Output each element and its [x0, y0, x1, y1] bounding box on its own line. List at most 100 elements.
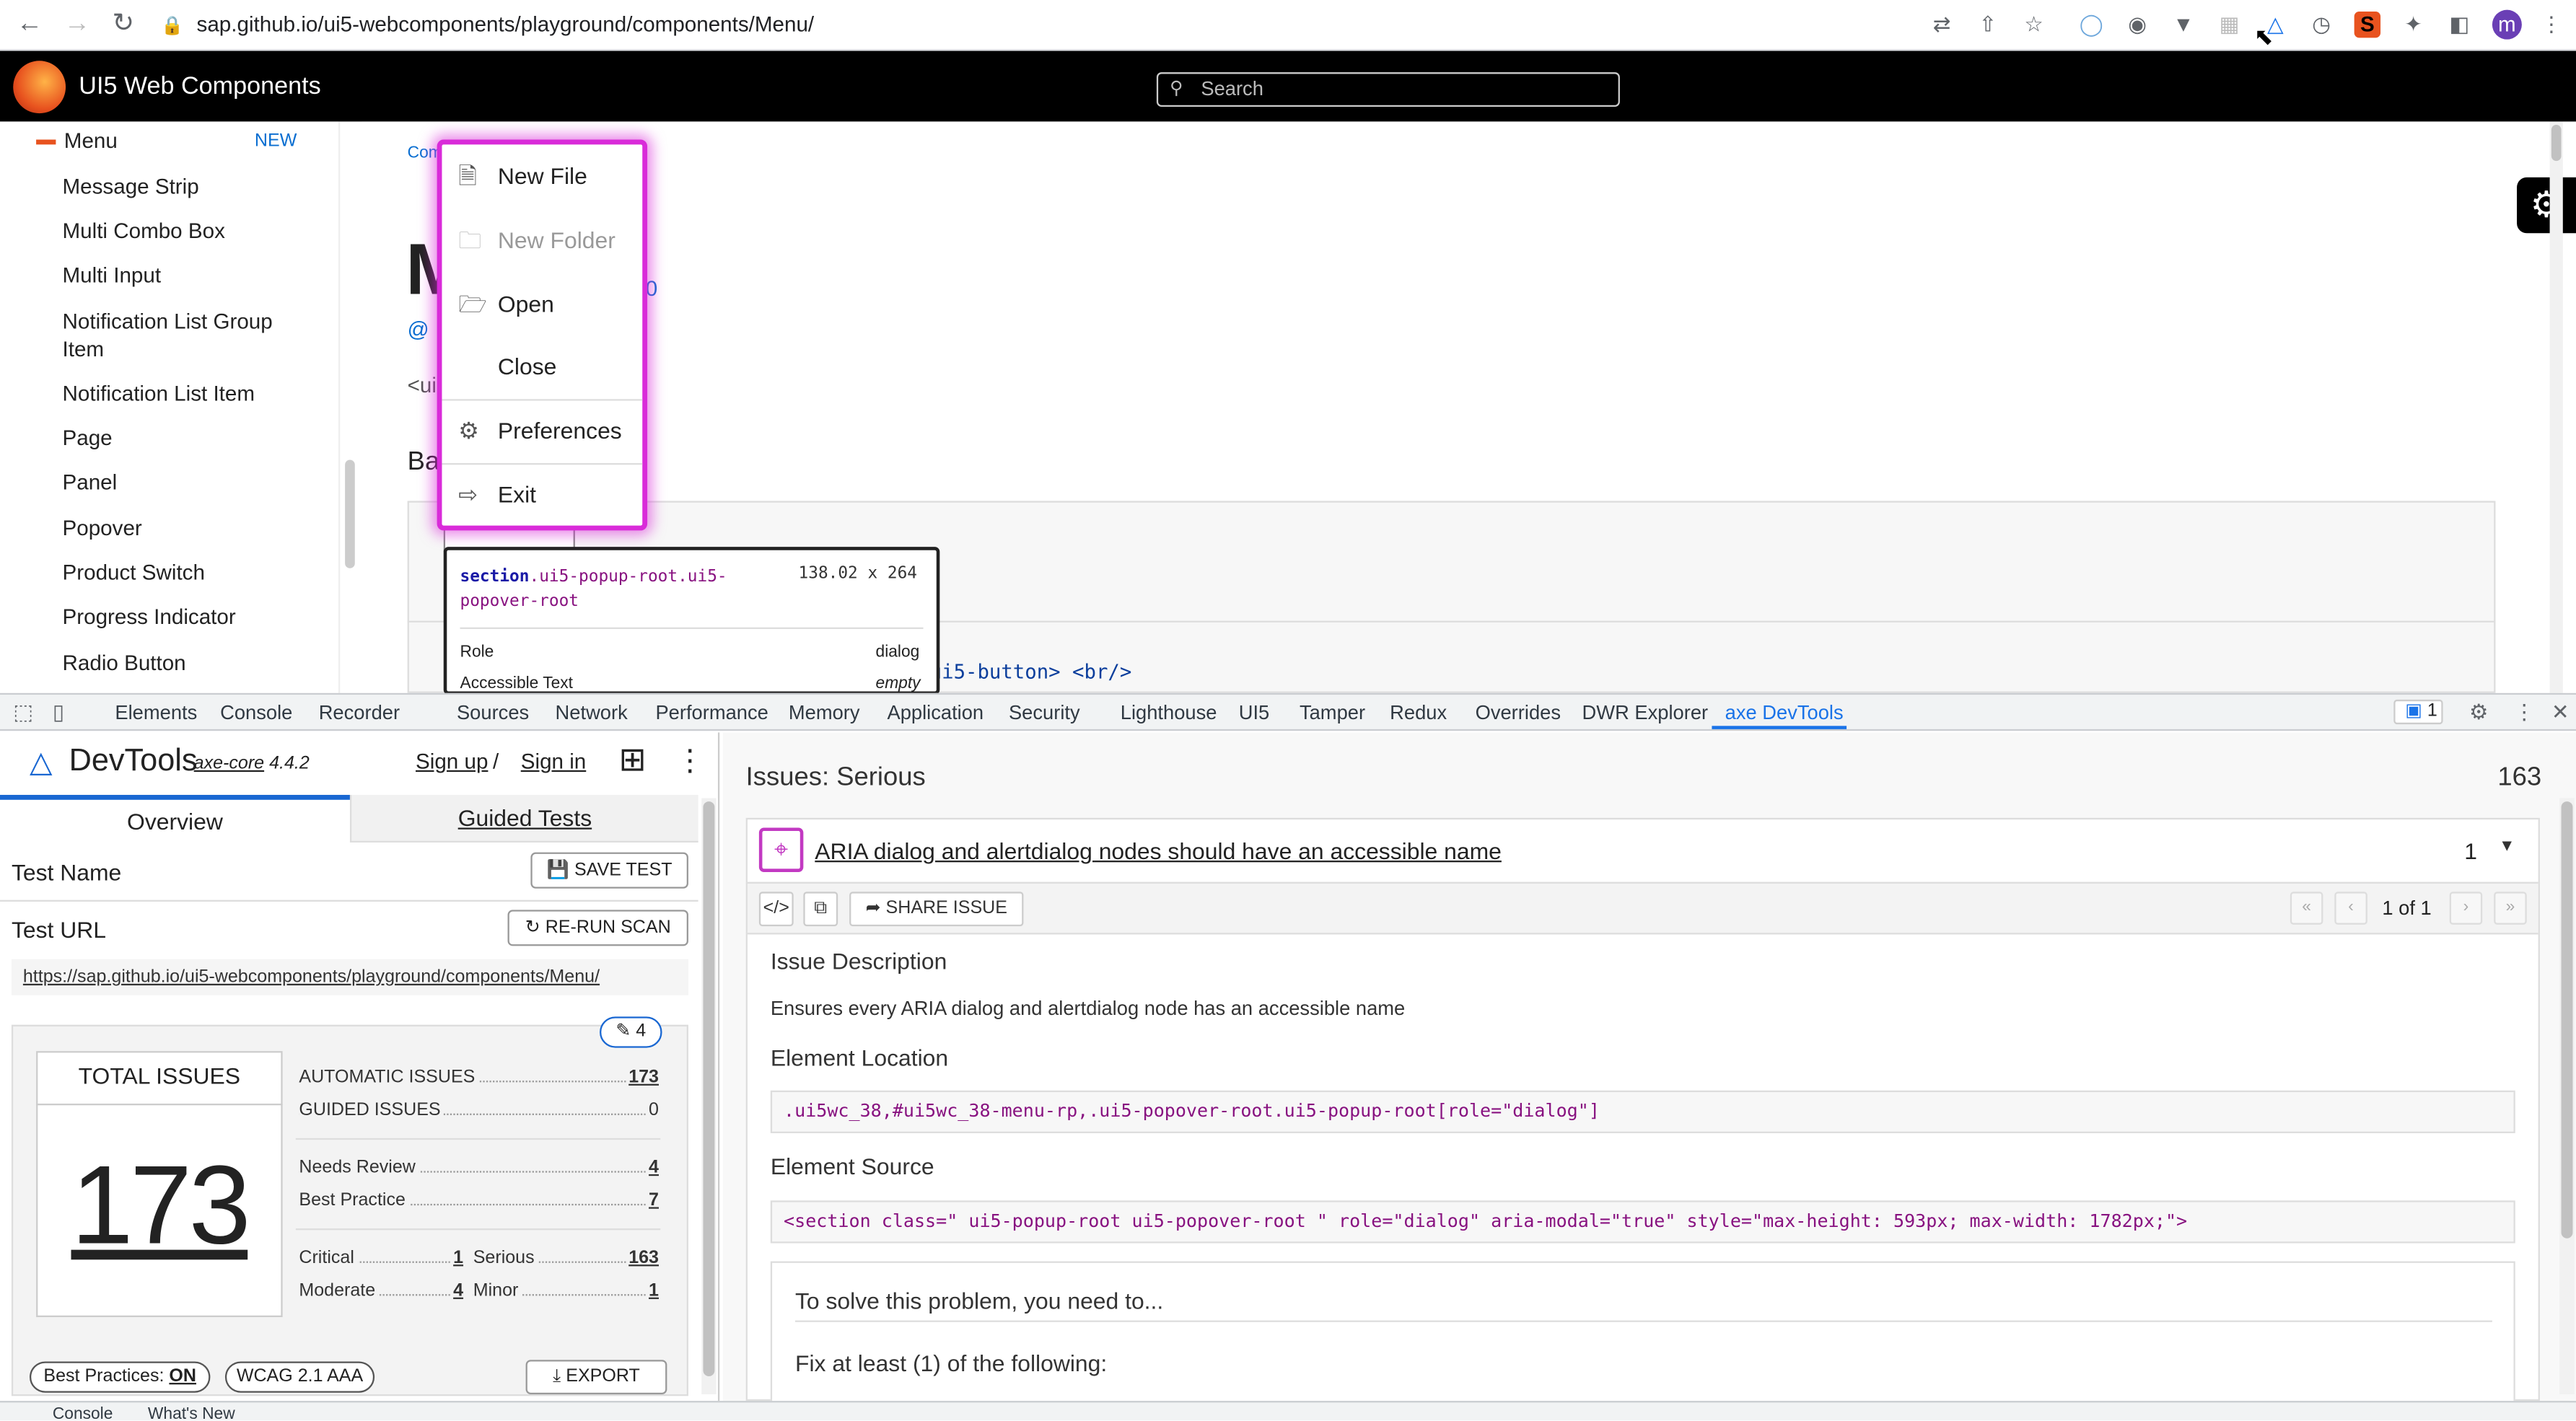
- sidebar-item[interactable]: Popover: [63, 514, 310, 542]
- menu-item-preferences[interactable]: ⚙ Preferences: [437, 402, 647, 458]
- tab-axe-devtools[interactable]: axe DevTools: [1725, 701, 1844, 724]
- minor-value[interactable]: 1: [645, 1279, 659, 1303]
- tab-console[interactable]: Console: [220, 701, 292, 724]
- version-link[interactable]: 0: [646, 276, 657, 301]
- tab-dwr-explorer[interactable]: DWR Explorer: [1582, 701, 1709, 724]
- tab-redux[interactable]: Redux: [1390, 701, 1447, 724]
- vue-extension-icon[interactable]: ▼: [2170, 12, 2196, 38]
- forward-icon[interactable]: →: [61, 8, 94, 41]
- automatic-issues-value[interactable]: 173: [625, 1065, 659, 1089]
- critical-value[interactable]: 1: [450, 1246, 464, 1270]
- issue-target-icon[interactable]: ⌖: [758, 827, 804, 872]
- element-source-code[interactable]: <section class=" ui5-popup-root ui5-popo…: [770, 1200, 2515, 1244]
- sidebar-item[interactable]: Product Switch: [63, 558, 310, 586]
- menu-item-close[interactable]: Close: [437, 338, 647, 394]
- tab-overview[interactable]: Overview: [0, 794, 350, 843]
- axe-core-link[interactable]: axe-core: [194, 754, 264, 773]
- ui5-logo-icon[interactable]: [13, 61, 66, 114]
- devtools-close-icon[interactable]: ✕: [2551, 700, 2570, 726]
- issues-badge[interactable]: ▣ 1: [2393, 699, 2443, 725]
- axe-more-icon[interactable]: ⋮: [675, 741, 705, 780]
- sidepanel-icon[interactable]: ◧: [2446, 12, 2472, 38]
- sidebar-item[interactable]: Progress Indicator: [63, 603, 310, 631]
- profile-avatar[interactable]: m: [2492, 9, 2522, 40]
- s-extension-icon[interactable]: S: [2354, 11, 2381, 38]
- add-scan-icon[interactable]: ⊞: [613, 741, 652, 780]
- sidebar-item[interactable]: Multi Input: [63, 261, 310, 289]
- browser-menu-icon[interactable]: ⋮: [2538, 12, 2564, 38]
- tab-guided-tests[interactable]: Guided Tests: [349, 794, 698, 843]
- left-panel-scrollbar[interactable]: [701, 798, 717, 1395]
- tab-recorder[interactable]: Recorder: [319, 701, 400, 724]
- edit-count-pill[interactable]: ✎ 4: [600, 1016, 662, 1048]
- best-practice-value[interactable]: 7: [645, 1189, 659, 1213]
- tab-elements[interactable]: Elements: [115, 701, 197, 724]
- sidebar-item[interactable]: Radio Button: [63, 648, 310, 677]
- reload-icon[interactable]: ↻: [107, 8, 140, 41]
- scroll-thumb[interactable]: [2561, 801, 2573, 1239]
- device-toolbar-icon[interactable]: ▯: [53, 700, 64, 726]
- sign-up-link[interactable]: Sign up: [416, 749, 488, 773]
- devtools-settings-icon[interactable]: ⚙: [2469, 700, 2489, 726]
- address-bar[interactable]: 🔒 sap.github.io/ui5-webcomponents/playgro…: [161, 6, 2067, 43]
- sidebar-item[interactable]: Message Strip: [63, 172, 310, 201]
- sidebar-item[interactable]: Multi Combo Box: [63, 217, 310, 245]
- tab-memory[interactable]: Memory: [789, 701, 860, 724]
- sidebar-item[interactable]: Notification List Item: [63, 379, 310, 408]
- menu-item-new-file[interactable]: 🗎 New File: [437, 148, 647, 203]
- moderate-value[interactable]: 4: [450, 1279, 464, 1303]
- tab-ui5[interactable]: UI5: [1239, 701, 1270, 724]
- search-input[interactable]: ⚲ Search: [1156, 72, 1620, 107]
- chevron-down-icon[interactable]: ▼: [2499, 837, 2515, 855]
- issue-title-link[interactable]: ARIA dialog and alertdialog nodes should…: [815, 837, 1502, 863]
- save-test-button[interactable]: 💾 SAVE TEST: [530, 852, 688, 889]
- sidebar-scrollbar[interactable]: [345, 459, 355, 568]
- sidebar-item-menu[interactable]: Menu: [36, 128, 118, 153]
- next-page-icon[interactable]: ›: [2449, 892, 2483, 925]
- scroll-thumb[interactable]: [2551, 125, 2562, 162]
- right-panel-scrollbar[interactable]: [2559, 798, 2575, 1395]
- drawer-tab-whats-new[interactable]: What's New: [148, 1406, 235, 1420]
- export-button[interactable]: ⤓ EXPORT: [525, 1360, 667, 1395]
- best-practices-toggle[interactable]: Best Practices: ON: [29, 1361, 211, 1393]
- external-link-icon[interactable]: ⧉: [803, 892, 838, 927]
- prev-page-icon[interactable]: ‹: [2334, 892, 2367, 925]
- needs-review-value[interactable]: 4: [645, 1156, 659, 1179]
- devtools-more-icon[interactable]: ⋮: [2514, 700, 2536, 726]
- site-title[interactable]: UI5 Web Components: [79, 72, 320, 100]
- translate-icon[interactable]: ⇄: [1929, 12, 1955, 38]
- tab-application[interactable]: Application: [887, 701, 983, 724]
- back-icon[interactable]: ←: [13, 8, 46, 41]
- test-url-link[interactable]: https://sap.github.io/ui5-webcomponents/…: [11, 959, 688, 995]
- settings-gear-icon[interactable]: ⚙: [2517, 177, 2576, 234]
- tab-sources[interactable]: Sources: [457, 701, 529, 724]
- package-link[interactable]: @: [408, 317, 429, 341]
- rerun-scan-button[interactable]: ↻ RE-RUN SCAN: [507, 910, 688, 946]
- sign-in-link[interactable]: Sign in: [521, 749, 587, 773]
- element-location-code[interactable]: .ui5wc_38,#ui5wc_38-menu-rp,.ui5-popover…: [770, 1090, 2515, 1133]
- menu-item-exit[interactable]: ⇨ Exit: [437, 467, 647, 522]
- tab-lighthouse[interactable]: Lighthouse: [1121, 701, 1217, 724]
- share-icon[interactable]: ⇧: [1975, 12, 2001, 38]
- sidebar-item[interactable]: Notification List Group Item: [63, 307, 310, 363]
- total-issues-count[interactable]: 173: [36, 1141, 283, 1270]
- extension-circle-icon[interactable]: ◯: [2078, 12, 2104, 38]
- menu-item-open[interactable]: 🗁 Open: [437, 276, 647, 332]
- serious-value[interactable]: 163: [625, 1246, 659, 1270]
- sidebar-item[interactable]: Page: [63, 423, 310, 452]
- drawer-tab-console[interactable]: Console: [53, 1406, 113, 1420]
- tab-network[interactable]: Network: [556, 701, 628, 724]
- bookmark-star-icon[interactable]: ☆: [2020, 12, 2046, 38]
- clock-extension-icon[interactable]: ◷: [2308, 12, 2334, 38]
- wcag-level-pill[interactable]: WCAG 2.1 AAA: [224, 1361, 375, 1393]
- scroll-thumb[interactable]: [703, 801, 715, 1376]
- camera-icon[interactable]: ◉: [2124, 12, 2150, 38]
- sidebar-item[interactable]: Panel: [63, 468, 310, 496]
- last-page-icon[interactable]: »: [2494, 892, 2527, 925]
- tab-performance[interactable]: Performance: [655, 701, 768, 724]
- main-scrollbar[interactable]: [2549, 121, 2563, 693]
- first-page-icon[interactable]: «: [2290, 892, 2323, 925]
- tab-tamper[interactable]: Tamper: [1300, 701, 1365, 724]
- share-issue-button[interactable]: ➦ SHARE ISSUE: [849, 892, 1024, 927]
- tab-security[interactable]: Security: [1009, 701, 1080, 724]
